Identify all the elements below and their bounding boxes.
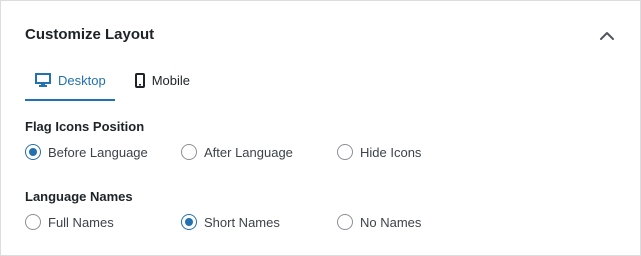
radio-label: No Names bbox=[360, 214, 422, 230]
radio-circle[interactable] bbox=[181, 144, 197, 160]
customize-layout-panel: Customize Layout Desktop Mobile Flag Ico… bbox=[0, 0, 641, 256]
radio-label: Hide Icons bbox=[360, 144, 422, 160]
panel-title: Customize Layout bbox=[25, 26, 155, 43]
flag-position-title: Flag Icons Position bbox=[25, 119, 145, 134]
radio-circle[interactable] bbox=[337, 144, 353, 160]
radio-label: Short Names bbox=[204, 214, 280, 230]
radio-circle[interactable] bbox=[25, 214, 41, 230]
radio-label: Full Names bbox=[48, 214, 114, 230]
tab-desktop[interactable]: Desktop bbox=[25, 61, 115, 101]
collapse-button[interactable] bbox=[598, 27, 616, 45]
radio-before-language[interactable]: Before Language bbox=[25, 144, 148, 160]
chevron-up-icon bbox=[600, 32, 614, 40]
tab-mobile[interactable]: Mobile bbox=[125, 61, 199, 101]
radio-full-names[interactable]: Full Names bbox=[25, 214, 114, 230]
radio-no-names[interactable]: No Names bbox=[337, 214, 421, 230]
radio-circle[interactable] bbox=[337, 214, 353, 230]
radio-circle[interactable] bbox=[25, 144, 41, 160]
desktop-icon bbox=[35, 73, 51, 87]
tab-mobile-label: Mobile bbox=[151, 72, 190, 88]
mobile-icon bbox=[134, 72, 145, 88]
radio-label: After Language bbox=[204, 144, 293, 160]
tab-desktop-label: Desktop bbox=[58, 72, 106, 88]
radio-after-language[interactable]: After Language bbox=[181, 144, 293, 160]
language-names-title: Language Names bbox=[25, 189, 133, 204]
radio-label: Before Language bbox=[48, 144, 148, 160]
language-names-options: Full Names Short Names No Names bbox=[25, 214, 625, 234]
device-tabs: Desktop Mobile bbox=[25, 61, 209, 101]
radio-circle[interactable] bbox=[181, 214, 197, 230]
radio-short-names[interactable]: Short Names bbox=[181, 214, 280, 230]
flag-position-options: Before Language After Language Hide Icon… bbox=[25, 144, 625, 164]
radio-hide-icons[interactable]: Hide Icons bbox=[337, 144, 421, 160]
